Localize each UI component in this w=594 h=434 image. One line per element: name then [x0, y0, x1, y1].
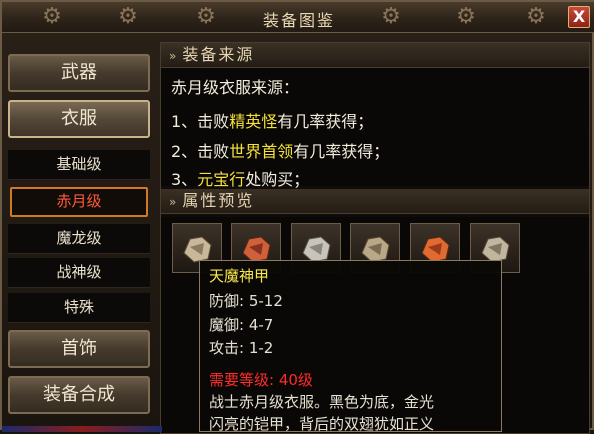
- source-line-1: 1、击败精英怪有几率获得；: [171, 108, 373, 132]
- source-line-text: 有几率获得；: [277, 112, 374, 131]
- source-header-label: 装备来源: [182, 45, 255, 64]
- category-jewelry-button[interactable]: 首饰: [8, 330, 150, 368]
- source-line-text: 处购买；: [245, 170, 310, 189]
- source-line-text: 有几率获得；: [293, 142, 390, 161]
- category-synthesis-button[interactable]: 装备合成: [8, 376, 150, 414]
- tooltip-description-line-1: 战士赤月级衣服。黑色为底，金光: [209, 393, 435, 411]
- source-highlight: 精英怪: [229, 112, 278, 131]
- source-text-block: 赤月级衣服来源： 1、击败精英怪有几率获得； 2、击败世界首领有几率获得； 3、…: [161, 68, 589, 189]
- category-clothing-button[interactable]: 衣服: [8, 100, 150, 138]
- source-line-text: 3、: [171, 170, 198, 189]
- category-sidebar: 武器 衣服 基础级 赤月级 魔龙级 战神级 特殊 首饰 装备合成: [8, 42, 150, 432]
- source-highlight: 元宝行: [197, 170, 246, 189]
- close-icon: X: [572, 7, 586, 26]
- chevron-right-icon: »: [169, 49, 179, 63]
- source-line-text: 2、击败: [171, 142, 230, 161]
- subcategory-basic[interactable]: 基础级: [8, 150, 150, 180]
- category-weapon-button[interactable]: 武器: [8, 54, 150, 92]
- tooltip-requirement: 需要等级: 40级: [209, 371, 313, 389]
- source-header: » 装备来源: [161, 43, 589, 68]
- preview-header: » 属性预览: [161, 189, 589, 214]
- title-bar: ⚙ ⚙ ⚙ ⚙ ⚙ ⚙ 装备图鉴 X: [2, 2, 594, 33]
- subcategory-special[interactable]: 特殊: [8, 293, 150, 323]
- preview-header-label: 属性预览: [182, 191, 255, 210]
- source-intro: 赤月级衣服来源：: [171, 78, 300, 97]
- tooltip-attack: 攻击: 1-2: [209, 339, 274, 357]
- tooltip-magic-defense: 魔御: 4-7: [209, 316, 274, 334]
- close-button[interactable]: X: [568, 6, 590, 28]
- source-line-text: 1、击败: [171, 112, 230, 131]
- source-line-2: 2、击败世界首领有几率获得；: [171, 138, 389, 162]
- window-title: 装备图鉴: [262, 11, 335, 30]
- source-highlight: 世界首领: [229, 142, 294, 161]
- tooltip-defense: 防御: 5-12: [209, 292, 283, 310]
- item-tooltip: 天魔神甲 防御: 5-12 魔御: 4-7 攻击: 1-2 需要等级: 40级 …: [199, 260, 502, 433]
- subcategory-chiyue[interactable]: 赤月级: [10, 187, 148, 217]
- source-line-3: 3、元宝行处购买；: [171, 166, 309, 190]
- equipment-atlas-window: ⚙ ⚙ ⚙ ⚙ ⚙ ⚙ 装备图鉴 X 武器 衣服 基础级 赤月级 魔龙级 战神级…: [0, 0, 594, 434]
- subcategory-zhanshen[interactable]: 战神级: [8, 258, 150, 288]
- tooltip-item-name: 天魔神甲: [209, 267, 270, 285]
- subcategory-molong[interactable]: 魔龙级: [8, 224, 150, 254]
- tooltip-description-line-2: 闪亮的铠甲，背后的双翅犹如正义: [209, 415, 435, 433]
- bottom-decoration: [2, 426, 162, 432]
- chevron-right-icon: »: [169, 195, 179, 209]
